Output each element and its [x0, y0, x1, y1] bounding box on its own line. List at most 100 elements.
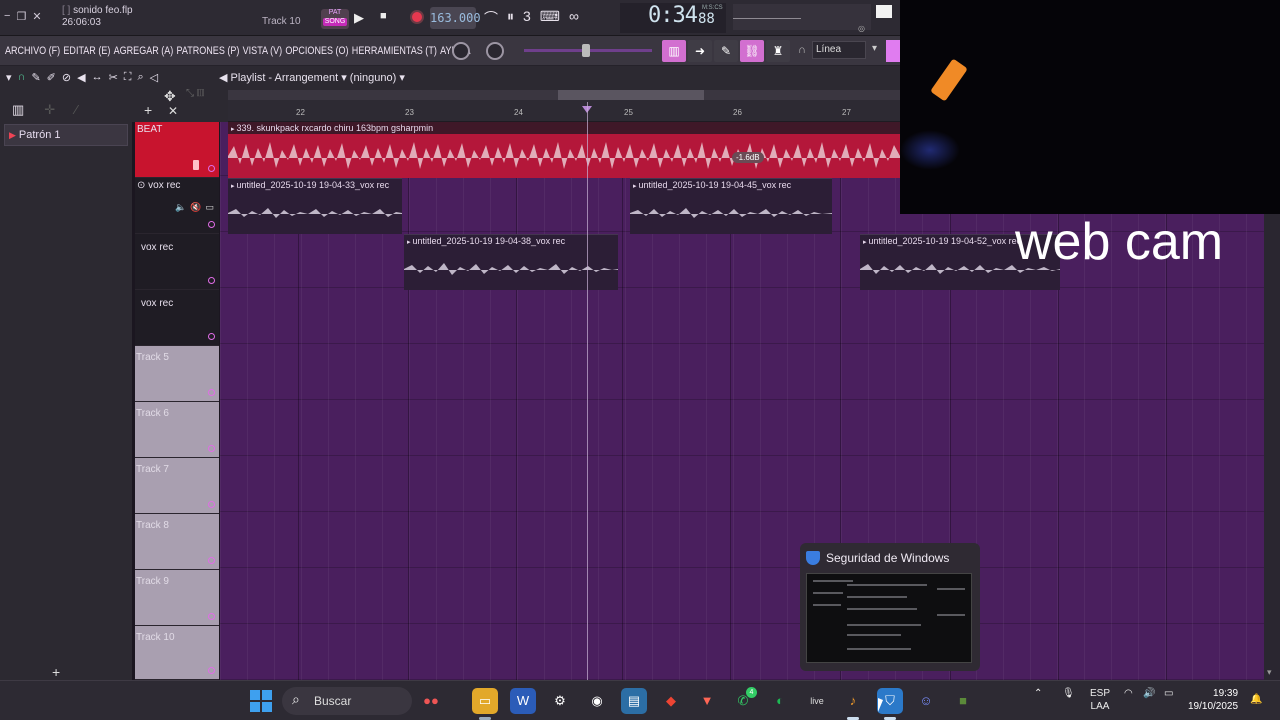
pattern-list-item[interactable]: ▶ Patrón 1	[4, 124, 128, 146]
track-enable-dot[interactable]	[208, 221, 215, 228]
track-header-vox-2[interactable]: vox rec	[135, 234, 219, 290]
arrangement-dropdown-icon[interactable]: ▾	[341, 72, 350, 84]
close-icon[interactable]: ✕	[32, 10, 41, 23]
menu-edit[interactable]: EDITAR (E)	[63, 45, 110, 57]
audio-clip-beat[interactable]: 339. skunkpack rxcardo chiru 163bpm gsha…	[228, 122, 900, 178]
track-header-vox-3[interactable]: vox rec	[135, 290, 219, 346]
piano-keys-icon[interactable]: ▥	[12, 102, 24, 117]
track-enable-dot[interactable]	[208, 277, 215, 284]
speaker-icon[interactable]: 🔈	[175, 202, 186, 213]
menu-file[interactable]: ARCHIVO (F)	[5, 45, 60, 57]
move-icon[interactable]: ✥	[164, 88, 176, 105]
countdown-icon[interactable]: 3	[523, 8, 531, 28]
crosshair-icon[interactable]: ✛	[44, 102, 55, 117]
arrangement-selector-arrow-icon[interactable]: ▾	[399, 72, 405, 84]
track-header-7[interactable]: Track 7	[135, 458, 219, 514]
snap-dropdown-icon[interactable]: ▾	[872, 43, 877, 54]
metronome-icon[interactable]: ⌒	[484, 8, 498, 28]
audio-clip-vox-1[interactable]: untitled_2025-10-19 19-04-33_vox rec	[228, 178, 402, 234]
browser-folder-icon[interactable]: ▤	[621, 688, 647, 714]
wait-input-icon[interactable]: ⏸	[507, 8, 514, 28]
preview-thumbnail[interactable]	[806, 573, 972, 663]
track-header-beat[interactable]: BEAT	[135, 122, 219, 178]
track-enable-dot[interactable]	[208, 333, 215, 340]
ableton-live-icon[interactable]: live	[804, 688, 830, 714]
fruit-widget-icon[interactable]: ●●	[418, 688, 444, 714]
mute-icon[interactable]: 🔇	[190, 202, 201, 213]
snap-magnet-icon[interactable]: ∩	[18, 71, 26, 84]
fl-studio-icon[interactable]: ♪	[840, 688, 866, 714]
song-position-display[interactable]: 0:34 M:S:CS 88	[620, 3, 726, 33]
piano-roll-icon[interactable]: ▥	[662, 40, 686, 62]
track-header-10[interactable]: Track 10	[135, 626, 219, 680]
track-header-5[interactable]: Track 5	[135, 346, 219, 402]
menu-patterns[interactable]: PATRONES (P)	[177, 45, 240, 57]
timeline-ruler[interactable]: 22 23 24 25 26 27	[228, 90, 900, 122]
track-header-6[interactable]: Track 6	[135, 402, 219, 458]
add-track-icon[interactable]: +	[144, 102, 152, 118]
track-header-vox-1[interactable]: ⊙ vox rec 🔈 🔇 ▭	[135, 178, 219, 234]
stamp-icon[interactable]: ♜	[766, 40, 790, 62]
collapse-icon[interactable]: ▭	[205, 202, 214, 213]
menu-tools[interactable]: HERRAMIENTAS (T)	[352, 45, 437, 57]
file-explorer-icon[interactable]: ▭	[472, 688, 498, 714]
audio-clip-vox-3[interactable]: untitled_2025-10-19 19-04-38_vox rec	[404, 234, 618, 290]
playhead-line[interactable]	[587, 102, 588, 680]
master-volume-knob[interactable]	[452, 42, 470, 60]
taskbar-clock[interactable]: 19:39 19/10/2025	[1188, 687, 1238, 713]
play-button[interactable]: ▶	[354, 10, 364, 26]
spotify-icon[interactable]: ◐	[767, 688, 793, 714]
track-enable-dot[interactable]	[208, 445, 215, 452]
windows-security-preview[interactable]: Seguridad de Windows	[800, 543, 980, 671]
resize-icon[interactable]: ⤡ ▥	[186, 88, 204, 99]
cpu-monitor-icon[interactable]	[876, 5, 892, 18]
track-enable-dot[interactable]	[208, 165, 215, 172]
record-armed-icon[interactable]: ⊙	[137, 180, 145, 191]
track-enable-dot[interactable]	[208, 501, 215, 508]
pat-song-toggle[interactable]: PAT SONG	[321, 9, 349, 29]
volume-icon[interactable]: 🔊	[1143, 687, 1155, 700]
steam-icon[interactable]: ⚙	[547, 688, 573, 714]
menu-view[interactable]: VISTA (V)	[243, 45, 282, 57]
track-enable-dot[interactable]	[208, 613, 215, 620]
master-pitch-knob[interactable]	[486, 42, 504, 60]
track-header-9[interactable]: Track 9	[135, 570, 219, 626]
tray-overflow-icon[interactable]: ⌃	[1034, 687, 1042, 700]
restore-icon[interactable]: ❐	[16, 10, 26, 23]
windows-start-icon[interactable]	[250, 690, 272, 712]
tempo-display[interactable]: 163.000	[430, 7, 481, 29]
menu-add[interactable]: AGREGAR (A)	[114, 45, 174, 57]
close-x-icon[interactable]: ✕	[168, 104, 178, 118]
draw-tool-icon[interactable]: ✎	[31, 71, 40, 84]
obs-icon[interactable]: ◉	[584, 688, 610, 714]
stop-button[interactable]: ■	[380, 10, 387, 22]
wifi-icon[interactable]: ◠	[1124, 687, 1133, 700]
track-enable-dot[interactable]	[208, 557, 215, 564]
snap-select[interactable]: Línea	[812, 41, 866, 59]
notification-icon[interactable]: 🔔	[1250, 693, 1262, 706]
record-button[interactable]	[410, 10, 424, 24]
vertical-scrollbar[interactable]: ▾	[1264, 214, 1280, 680]
link-icon[interactable]: ⛓	[740, 40, 764, 62]
loop-record-icon[interactable]: ∞	[569, 8, 579, 28]
menu-options[interactable]: OPCIONES (O)	[285, 45, 348, 57]
options-arrow-icon[interactable]: ▾	[6, 71, 12, 84]
track-header-8[interactable]: Track 8	[135, 514, 219, 570]
magnet-icon[interactable]: ∩	[798, 44, 806, 56]
step-edit-icon[interactable]: ⌨	[540, 8, 560, 28]
arrangement-selector[interactable]: (ninguno)	[350, 72, 396, 84]
language-indicator[interactable]: ESP LAA	[1090, 687, 1110, 713]
word-icon[interactable]: W	[510, 688, 536, 714]
audio-clip-vox-2[interactable]: untitled_2025-10-19 19-04-45_vox rec	[630, 178, 832, 234]
slash-icon[interactable]: ∕	[75, 102, 77, 117]
taskbar-search[interactable]: ⌕ Buscar	[282, 687, 412, 715]
microphone-icon[interactable]: 🎙	[1062, 687, 1075, 700]
horizontal-scroll-thumb[interactable]	[558, 90, 704, 100]
playback-tool-icon[interactable]: ◁	[150, 71, 158, 84]
add-pattern-button[interactable]: +	[52, 664, 60, 680]
toolbar-overflow[interactable]	[886, 40, 900, 62]
pencil-icon[interactable]: ✎	[714, 40, 738, 62]
delete-tool-icon[interactable]: ⊘	[62, 71, 71, 84]
scroll-down-icon[interactable]: ▾	[1267, 667, 1272, 678]
minecraft-icon[interactable]: ■	[950, 688, 976, 714]
